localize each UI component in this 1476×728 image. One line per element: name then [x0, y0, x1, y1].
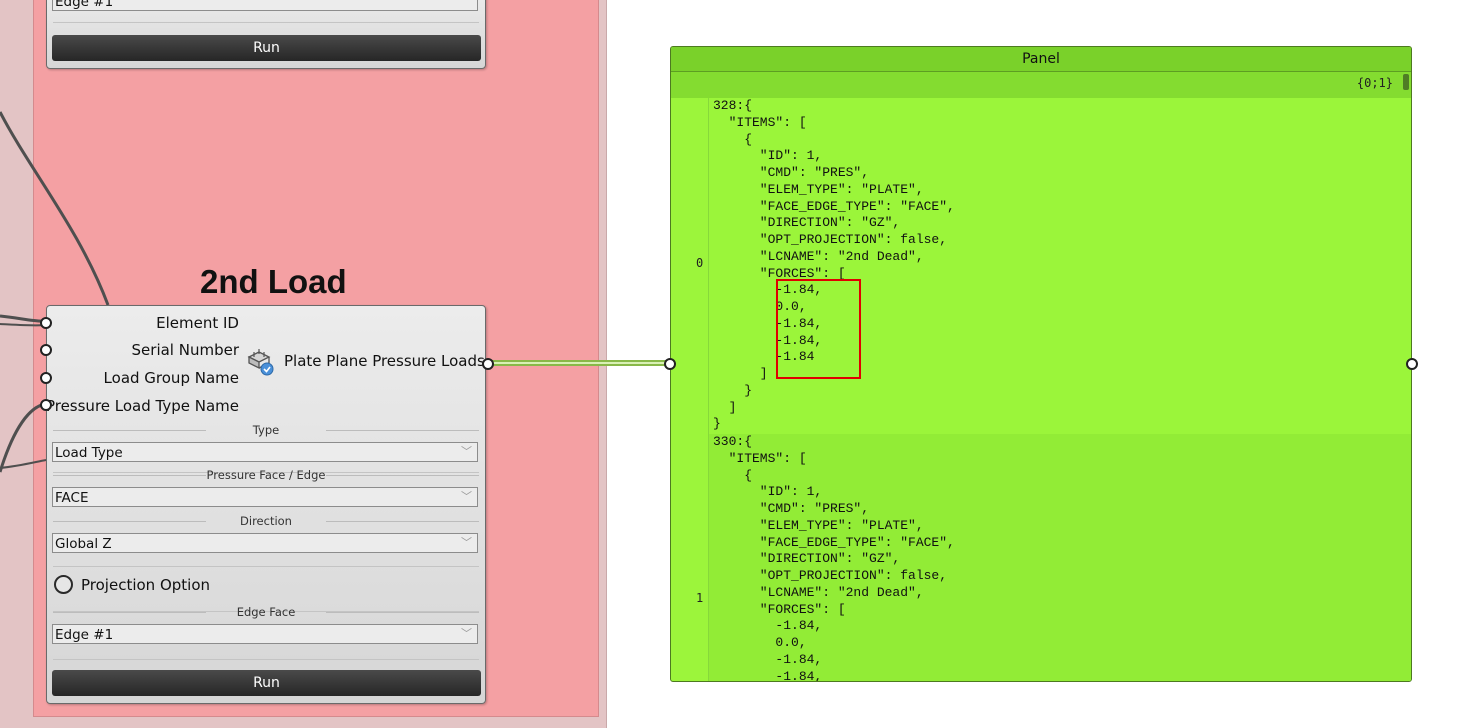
edge-face-dropdown-top[interactable]: Edge #1 ﹀	[52, 0, 478, 11]
face-edge-dropdown[interactable]: FACE ﹀	[52, 487, 478, 507]
input-element-id[interactable]: Element ID	[156, 314, 239, 332]
divider	[53, 22, 479, 23]
input-pressure-load-type-name[interactable]: Pressure Load Type Name	[46, 397, 239, 415]
run-button[interactable]: Run	[52, 670, 481, 696]
panel-index-column	[671, 98, 709, 681]
input-serial-number[interactable]: Serial Number	[132, 341, 239, 359]
panel-entry-text: 330:{ "ITEMS": [ { "ID": 1, "CMD": "PRES…	[713, 434, 955, 682]
chevron-down-icon: ﹀	[461, 536, 472, 549]
panel-output-grip[interactable]	[1406, 358, 1418, 370]
panel-entry: 328:{ "ITEMS": [ { "ID": 1, "CMD": "PRES…	[709, 98, 1411, 434]
previous-component[interactable]: Edge #1 ﹀ Run	[46, 0, 486, 69]
input-load-group-name[interactable]: Load Group Name	[104, 369, 239, 387]
plate-pressure-icon	[247, 349, 274, 376]
input-grip-element-id[interactable]	[40, 317, 52, 329]
input-grip-serial-number[interactable]	[40, 344, 52, 356]
panel-input-grip[interactable]	[664, 358, 676, 370]
chevron-down-icon: ﹀	[461, 490, 472, 503]
section-type-label: Type	[53, 423, 479, 437]
section-face-edge-label: Pressure Face / Edge	[53, 468, 479, 482]
projection-toggle[interactable]	[54, 575, 73, 594]
run-button-top[interactable]: Run	[52, 35, 481, 61]
input-grip-load-group-name[interactable]	[40, 372, 52, 384]
projection-option-label: Projection Option	[81, 576, 211, 594]
section-edge-face-label: Edge Face	[53, 605, 479, 619]
type-dropdown[interactable]: Load Type ﹀	[52, 442, 478, 462]
divider	[53, 566, 479, 567]
section-direction-label: Direction	[53, 514, 479, 528]
panel-entry-index: 1	[696, 591, 704, 605]
panel-scrollbar[interactable]	[1403, 74, 1409, 90]
divider	[53, 659, 479, 660]
panel-entry: 330:{ "ITEMS": [ { "ID": 1, "CMD": "PRES…	[709, 434, 1411, 682]
direction-dropdown[interactable]: Global Z ﹀	[52, 533, 478, 553]
chevron-down-icon: ﹀	[461, 445, 472, 458]
panel-title: Panel	[671, 47, 1411, 72]
output-grip[interactable]	[482, 358, 494, 370]
input-grip-pressure-load-type[interactable]	[40, 399, 52, 411]
chevron-down-icon: ﹀	[461, 627, 472, 640]
group-title: 2nd Load	[200, 263, 347, 300]
edge-face-dropdown[interactable]: Edge #1 ﹀	[52, 624, 478, 644]
forces-highlight-box	[776, 279, 861, 379]
panel-path: {0;1}	[671, 72, 1411, 98]
panel-entry-text: 328:{ "ITEMS": [ { "ID": 1, "CMD": "PRES…	[713, 98, 955, 432]
chevron-down-icon: ﹀	[461, 0, 472, 7]
panel-entry-index: 0	[696, 256, 704, 270]
output-plate-plane-pressure-loads[interactable]: Plate Plane Pressure Loads	[284, 352, 485, 370]
